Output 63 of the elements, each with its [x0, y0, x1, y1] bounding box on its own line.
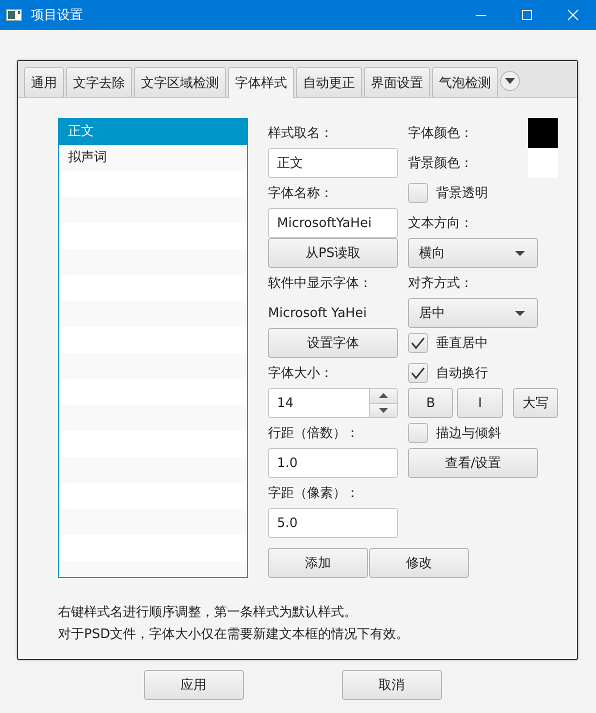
checkbox[interactable] — [408, 333, 428, 353]
field-label: 字体颜色： — [408, 125, 473, 142]
checkbox-label: 垂直居中 — [436, 335, 488, 352]
maximize-icon — [521, 9, 533, 21]
input-field[interactable]: 5.0 — [268, 508, 398, 538]
tab[interactable]: 文字区域检测 — [134, 67, 226, 97]
button[interactable]: 从PS读取 — [268, 238, 398, 268]
field-label: 样式取名： — [268, 125, 333, 142]
button[interactable]: 添加 — [268, 548, 368, 578]
input-field[interactable]: 正文 — [268, 148, 398, 178]
dropdown-value: 居中 — [419, 305, 445, 322]
up-arrow-icon — [379, 393, 388, 398]
checkbox-label: 背景透明 — [436, 185, 488, 202]
checkbox[interactable] — [408, 423, 428, 443]
checkbox-label: 描边与倾斜 — [436, 425, 501, 442]
format-button[interactable]: B — [408, 388, 454, 418]
field-label: 对齐方式： — [408, 275, 473, 292]
button[interactable]: 设置字体 — [268, 328, 398, 358]
checkbox[interactable] — [408, 183, 428, 203]
tab[interactable]: 自动更正 — [296, 67, 362, 97]
caret-icon — [515, 250, 525, 256]
window-title: 项目设置 — [31, 7, 83, 24]
tab[interactable]: 通用 — [24, 67, 64, 97]
field-label: 字体大小： — [268, 365, 333, 382]
tab[interactable]: 文字去除 — [66, 67, 132, 97]
caret-icon — [505, 78, 515, 84]
input-field[interactable]: 1.0 — [268, 448, 398, 478]
color-swatch[interactable] — [528, 148, 558, 178]
button[interactable]: 取消 — [342, 670, 442, 700]
field-label: 字体名称： — [268, 185, 333, 202]
caret-icon — [515, 310, 525, 316]
note-text: 右键样式名进行顺序调整，第一条样式为默认样式。 — [58, 604, 358, 622]
color-swatch[interactable] — [528, 118, 558, 148]
button[interactable]: 修改 — [369, 548, 469, 578]
field-label: 文本方向： — [408, 215, 473, 232]
app-icon — [6, 9, 22, 21]
number-field[interactable]: 14 — [268, 388, 369, 418]
tab[interactable]: 界面设置 — [364, 67, 430, 97]
close-icon — [567, 9, 579, 21]
format-button[interactable]: I — [457, 388, 503, 418]
tab[interactable]: 气泡检测 — [432, 67, 498, 97]
checkbox[interactable] — [408, 363, 428, 383]
check-icon — [411, 367, 425, 379]
spinner-buttons[interactable] — [369, 388, 398, 418]
dropdown-value: 横向 — [419, 245, 445, 262]
checkbox-label: 自动换行 — [436, 365, 488, 382]
check-icon — [411, 337, 425, 349]
input-field[interactable]: MicrosoftYaHei — [268, 208, 398, 238]
field-label: 行距（倍数）： — [268, 425, 359, 442]
font-name-text: Microsoft YaHei — [268, 306, 367, 320]
tab-overflow-button[interactable] — [500, 71, 520, 91]
note-text: 对于PSD文件，字体大小仅在需要新建文本框的情况下有效。 — [58, 626, 410, 644]
button[interactable]: 应用 — [144, 670, 244, 700]
tab[interactable]: 字体样式 — [228, 67, 294, 98]
dropdown[interactable]: 横向 — [408, 238, 538, 268]
field-label: 字距（像素）： — [268, 485, 359, 502]
button[interactable]: 查看/设置 — [408, 448, 538, 478]
list-item[interactable]: 拟声词 — [59, 145, 247, 171]
field-label: 背景颜色： — [408, 155, 473, 172]
dropdown[interactable]: 居中 — [408, 298, 538, 328]
down-arrow-icon — [379, 408, 388, 413]
format-button[interactable]: 大写 — [512, 388, 558, 418]
field-label: 软件中显示字体： — [268, 275, 372, 292]
